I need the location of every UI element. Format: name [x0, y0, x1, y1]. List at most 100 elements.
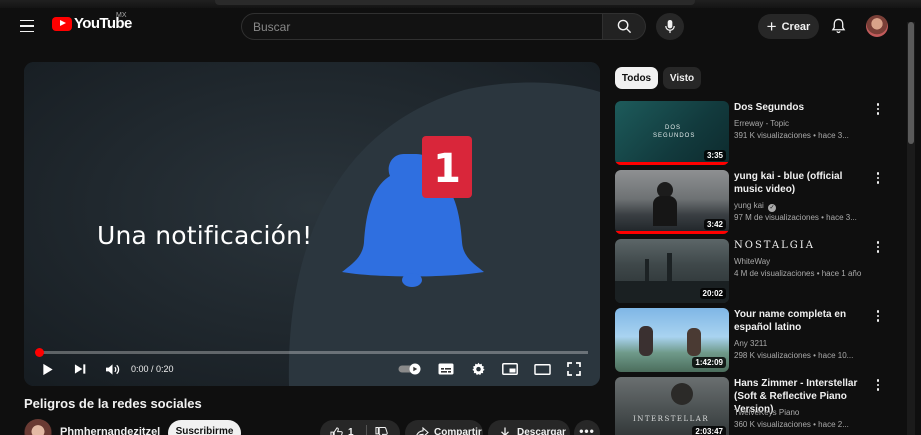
recommendation-item[interactable]: 1:42:09 Your name completa en español la…: [615, 308, 900, 372]
browser-strip: [0, 0, 921, 8]
like-button[interactable]: 1: [320, 427, 354, 435]
like-count: 1: [348, 427, 354, 435]
autoplay-toggle-icon: [398, 363, 421, 375]
recommendation-meta: 391 K visualizaciones • hace 3...: [734, 131, 849, 140]
country-code: MX: [116, 12, 127, 19]
share-button[interactable]: Compartir: [405, 420, 483, 435]
subtitles-button[interactable]: [434, 358, 458, 380]
theater-mode-button[interactable]: [530, 358, 554, 380]
badge-count: 1: [433, 146, 461, 192]
subscribe-button[interactable]: Suscribirme: [168, 420, 241, 435]
recommendation-channel[interactable]: WhiteWay: [734, 257, 770, 266]
play-button[interactable]: [38, 358, 58, 380]
account-avatar[interactable]: [866, 15, 888, 37]
thumbnail-figure: [671, 383, 693, 405]
dislike-button[interactable]: [375, 426, 388, 435]
play-icon: [43, 363, 53, 375]
video-thumbnail[interactable]: 20:02: [615, 239, 729, 303]
video-thumbnail[interactable]: 3:42: [615, 170, 729, 234]
theater-mode-icon: [533, 363, 551, 375]
thumbnail-text: INTERSTELLAR: [633, 415, 710, 423]
video-duration: 2:03:47: [692, 426, 726, 435]
more-vertical-icon[interactable]: [873, 172, 883, 186]
more-horizontal-icon: •••: [579, 424, 595, 435]
share-label: Compartir: [434, 427, 482, 435]
recommendation-title[interactable]: yung kai - blue (official music video): [734, 170, 874, 196]
bell-icon: [831, 18, 845, 34]
search-icon: [617, 19, 631, 34]
more-vertical-icon[interactable]: [873, 310, 883, 324]
autoplay-toggle[interactable]: [396, 358, 424, 380]
skip-next-icon: [74, 364, 85, 374]
video-title: Peligros de la redes sociales: [24, 396, 202, 411]
create-button[interactable]: + Crear: [758, 14, 819, 39]
youtube-play-icon: [52, 16, 72, 31]
subtitles-icon: [438, 363, 454, 375]
chip-visto[interactable]: Visto: [663, 67, 701, 89]
miniplayer-icon: [502, 363, 518, 375]
more-vertical-icon[interactable]: [873, 241, 883, 255]
video-thumbnail[interactable]: DOS SEGUNDOS 3:35: [615, 101, 729, 165]
next-button[interactable]: [70, 358, 90, 380]
more-vertical-icon[interactable]: [873, 379, 883, 393]
channel-avatar[interactable]: [24, 419, 52, 435]
video-player[interactable]: Una notificación! 1 0:00 / 0:20: [24, 62, 600, 386]
recommendation-channel[interactable]: yung kai ✓: [734, 201, 777, 212]
hamburger-menu-icon[interactable]: [14, 14, 40, 38]
recommendation-item[interactable]: 3:42 yung kai - blue (official music vid…: [615, 170, 900, 234]
notification-bell-icon: 1: [342, 136, 484, 287]
youtube-logo[interactable]: YouTube MX: [52, 12, 132, 32]
scrollbar-thumb[interactable]: [908, 22, 914, 144]
like-dislike-group: 1: [320, 420, 400, 435]
share-icon: [416, 427, 429, 435]
gear-icon: [471, 362, 485, 375]
thumbnail-text: DOS SEGUNDOS: [653, 125, 696, 139]
like-divider: [365, 425, 367, 435]
download-label: Descargar: [517, 427, 566, 435]
plus-icon: +: [766, 16, 777, 36]
voice-search-button[interactable]: [656, 13, 684, 40]
watched-progress-bar: [615, 231, 729, 234]
video-thumbnail[interactable]: INTERSTELLAR 2:03:47: [615, 377, 729, 435]
thumbs-down-icon: [375, 426, 388, 435]
miniplayer-button[interactable]: [498, 358, 522, 380]
progress-scrubber[interactable]: [35, 348, 44, 357]
recommendation-item[interactable]: DOS SEGUNDOS 3:35 Dos Segundos Erreway -…: [615, 101, 900, 165]
thumbs-up-icon: [330, 427, 343, 435]
recommendation-channel[interactable]: Erreway - Topic: [734, 119, 789, 128]
fullscreen-icon: [567, 362, 581, 376]
search-box: [241, 13, 603, 40]
chip-todos[interactable]: Todos: [615, 67, 658, 89]
notifications-button[interactable]: [827, 15, 849, 37]
recommendation-meta: 298 K visualizaciones • hace 10...: [734, 351, 854, 360]
volume-button[interactable]: [102, 358, 122, 380]
download-icon: [501, 427, 509, 435]
recommendation-meta: 360 K visualizaciones • hace 2...: [734, 420, 849, 429]
settings-button[interactable]: [466, 358, 490, 380]
top-bar: YouTube MX + Crear: [0, 0, 921, 52]
download-button[interactable]: Descargar: [488, 420, 570, 435]
channel-name[interactable]: Phmhernandezitzel: [60, 426, 160, 435]
thumbnail-figure-body: [653, 196, 677, 226]
recommendation-title[interactable]: Dos Segundos: [734, 101, 874, 114]
thumbnail-figure: [687, 328, 701, 356]
more-actions-button[interactable]: •••: [574, 420, 600, 435]
recommendation-item[interactable]: 20:02 NOSTALGIA WhiteWay 4 M de visualiz…: [615, 239, 900, 303]
youtube-watch-page: YouTube MX + Crear: [0, 0, 921, 435]
progress-bar[interactable]: [36, 351, 588, 354]
search-input[interactable]: [242, 14, 602, 39]
recommendation-meta: 97 M de visualizaciones • hace 3...: [734, 213, 857, 222]
verified-icon: ✓: [768, 204, 777, 212]
recommendation-title[interactable]: Your name completa en español latino: [734, 308, 874, 334]
recommendation-channel[interactable]: TwelveKeys Piano: [734, 408, 799, 417]
more-vertical-icon[interactable]: [873, 103, 883, 117]
recommendation-title[interactable]: NOSTALGIA: [734, 239, 874, 252]
recommendation-channel[interactable]: Any 3211: [734, 339, 767, 348]
video-duration: 1:42:09: [692, 357, 726, 368]
recommendation-item[interactable]: INTERSTELLAR 2:03:47 Hans Zimmer - Inter…: [615, 377, 900, 435]
video-duration: 3:35: [703, 150, 726, 161]
recommendation-meta: 4 M de visualizaciones • hace 1 año: [734, 269, 862, 278]
search-button[interactable]: [603, 13, 646, 40]
fullscreen-button[interactable]: [562, 358, 586, 380]
video-thumbnail[interactable]: 1:42:09: [615, 308, 729, 372]
